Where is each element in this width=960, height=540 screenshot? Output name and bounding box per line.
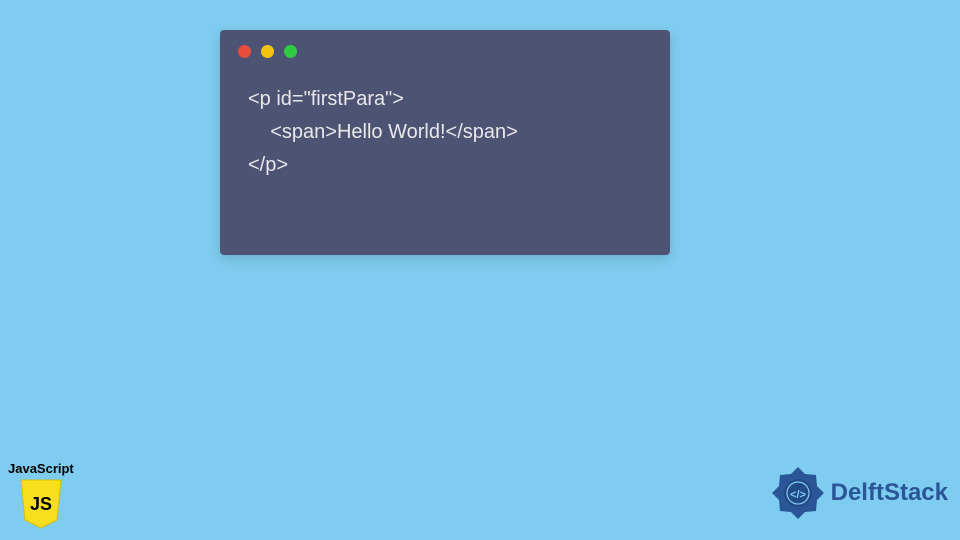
close-dot-icon: [238, 45, 251, 58]
code-body: <p id="firstPara"> <span>Hello World!</s…: [220, 68, 670, 197]
javascript-badge: JavaScript JS: [8, 461, 74, 530]
delftstack-logo: </> DelftStack: [769, 464, 948, 522]
traffic-lights: [220, 30, 670, 68]
code-line-1: <p id="firstPara">: [248, 88, 404, 110]
delftstack-emblem-icon: </>: [769, 464, 827, 522]
code-window: <p id="firstPara"> <span>Hello World!</s…: [220, 30, 670, 255]
maximize-dot-icon: [284, 45, 297, 58]
js-logo-text: JS: [30, 494, 52, 514]
javascript-shield-icon: JS: [17, 478, 65, 530]
code-line-3: </p>: [248, 154, 288, 176]
delftstack-text: DelftStack: [831, 479, 948, 507]
javascript-label: JavaScript: [8, 461, 74, 476]
code-line-2: <span>Hello World!</span>: [248, 121, 518, 143]
minimize-dot-icon: [261, 45, 274, 58]
svg-text:</>: </>: [790, 489, 806, 501]
